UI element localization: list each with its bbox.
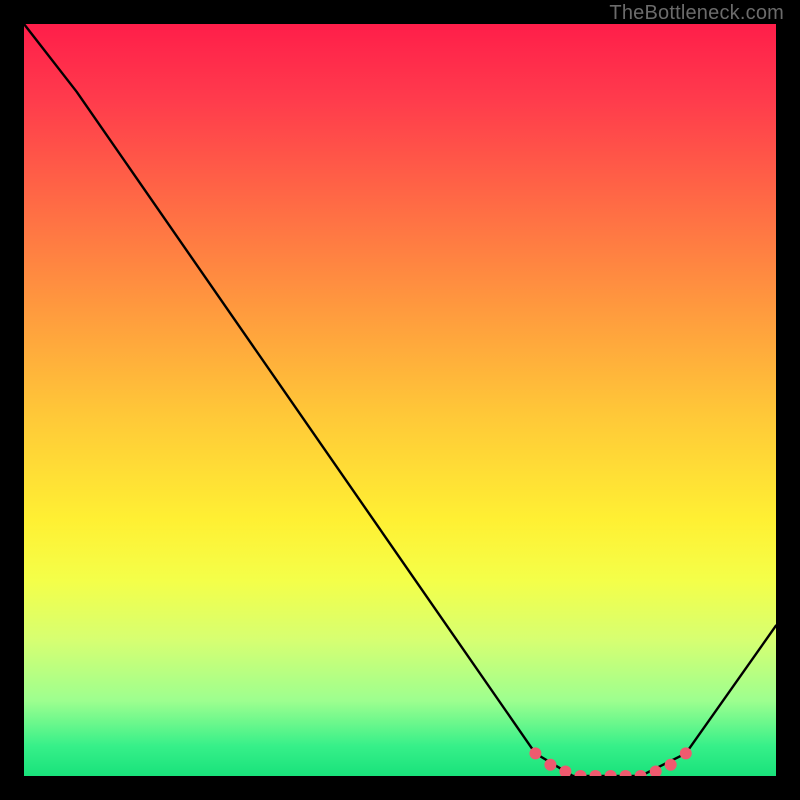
watermark-text: TheBottleneck.com (609, 2, 784, 25)
curve-marker (529, 747, 541, 759)
gradient-plot-area (24, 24, 776, 776)
curve-line (24, 24, 776, 776)
curve-marker (680, 747, 692, 759)
chart-frame: TheBottleneck.com (0, 0, 800, 800)
marker-group (529, 747, 691, 776)
curve-marker (605, 770, 617, 776)
curve-marker (559, 766, 571, 777)
curve-marker (544, 759, 556, 771)
curve-marker (635, 770, 647, 776)
curve-svg (24, 24, 776, 776)
curve-marker (665, 759, 677, 771)
bottleneck-curve (24, 24, 776, 776)
curve-marker (620, 770, 632, 776)
curve-marker (590, 770, 602, 776)
curve-marker (575, 770, 587, 776)
